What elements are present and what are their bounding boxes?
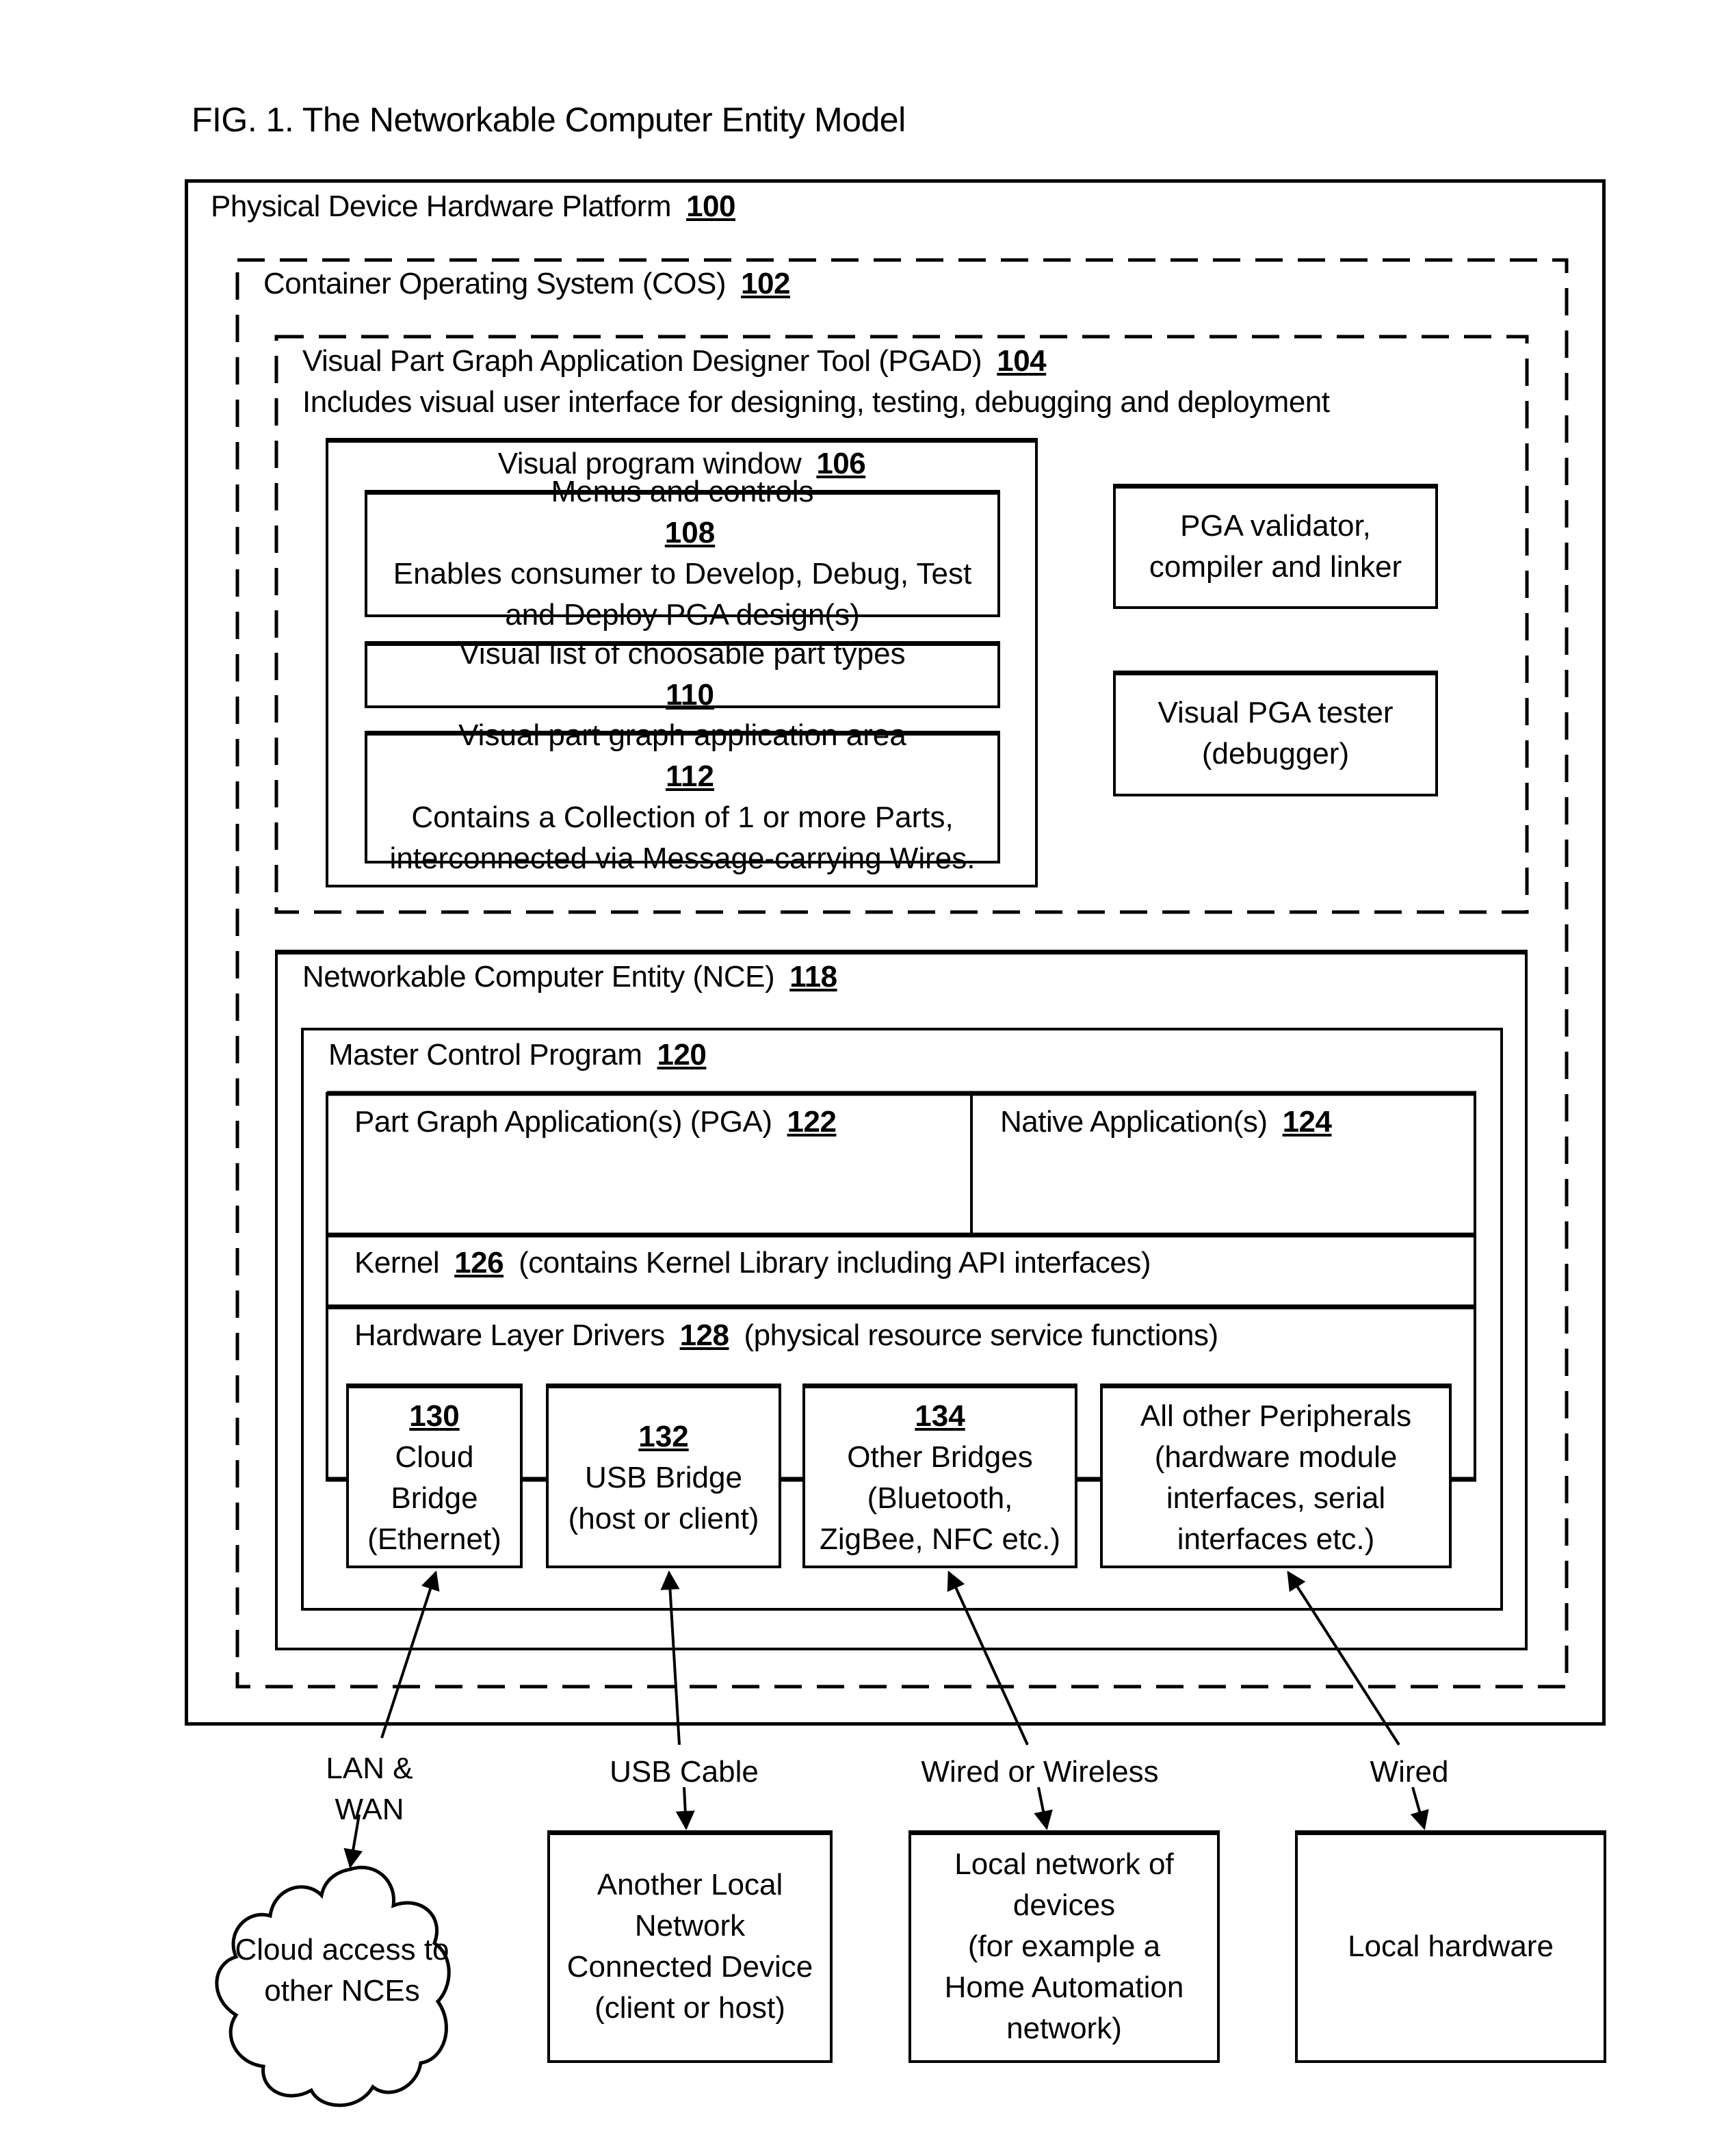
- label-lan-wan-line: WAN: [335, 1793, 404, 1826]
- local-device-line: Another Local: [597, 1868, 783, 1901]
- arrow-usb-down: [675, 1787, 695, 1830]
- arrow-wired-down: [1410, 1787, 1429, 1830]
- local-network-line: (for example a: [967, 1930, 1161, 1963]
- local-network-line: devices: [1012, 1888, 1116, 1922]
- local-hardware-text: Local hardware: [1295, 1830, 1606, 2063]
- local-device-line: Connected Device: [566, 1950, 813, 1984]
- local-hardware-line: Local hardware: [1348, 1930, 1554, 1963]
- local-network-line: Home Automation: [944, 1971, 1184, 2004]
- local-device-line: (client or host): [594, 1991, 785, 2025]
- local-network-line: network): [1006, 2012, 1122, 2045]
- label-wired-line: Wired: [1370, 1755, 1449, 1789]
- arrow-wireless-up: [947, 1570, 1029, 1745]
- local-network-text: Local network of devices (for example a …: [908, 1830, 1220, 2063]
- arrow-lan-wan-up: [380, 1570, 440, 1739]
- label-lan-wan: LAN & WAN: [294, 1748, 445, 1830]
- label-wired: Wired: [1327, 1752, 1491, 1793]
- label-wired-wireless: Wired or Wireless: [889, 1752, 1190, 1793]
- label-usb-cable: USB Cable: [581, 1752, 787, 1793]
- label-usb-cable-line: USB Cable: [610, 1755, 759, 1789]
- cloud-line: other NCEs: [264, 1974, 420, 2008]
- arrow-wireless-down: [1034, 1787, 1053, 1830]
- label-wired-wireless-line: Wired or Wireless: [921, 1755, 1159, 1789]
- cloud-line: Cloud access to: [235, 1933, 449, 1966]
- local-device-text: Another Local Network Connected Device (…: [547, 1830, 833, 2063]
- label-lan-wan-line: LAN &: [326, 1752, 413, 1785]
- arrow-usb-up: [660, 1570, 681, 1745]
- cloud-text: Cloud access to other NCEs: [226, 1902, 458, 2039]
- local-device-line: Network: [634, 1909, 746, 1943]
- local-network-line: Local network of: [954, 1847, 1174, 1881]
- arrow-wired-up: [1287, 1570, 1400, 1746]
